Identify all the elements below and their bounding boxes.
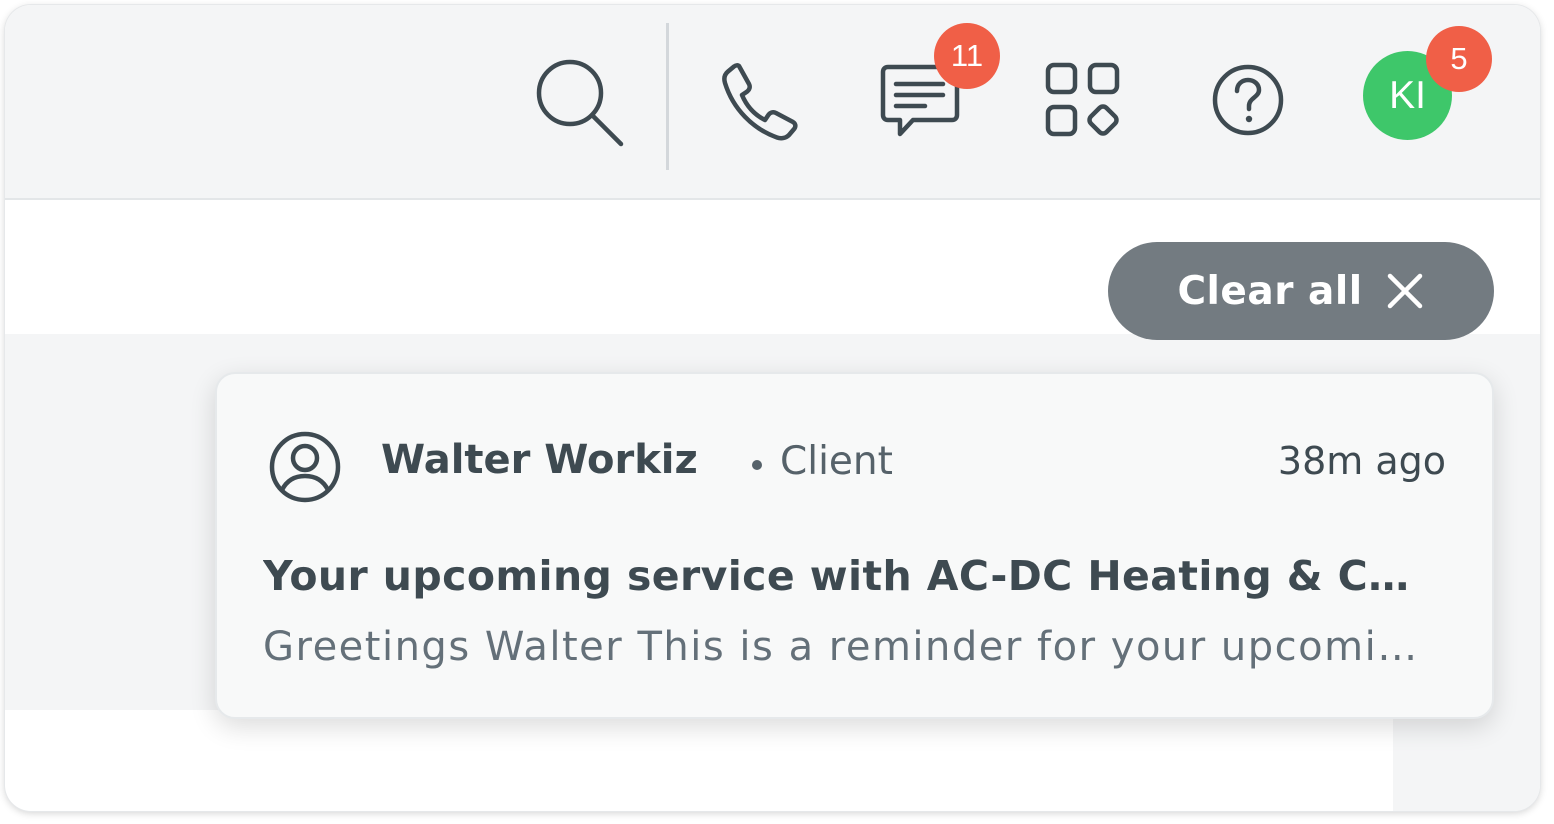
help-icon (1212, 64, 1284, 136)
apps-icon (1045, 62, 1120, 137)
avatar-badge: 5 (1426, 26, 1492, 92)
notification-card[interactable]: Walter Workiz Client 38m ago Your upcomi… (215, 372, 1494, 719)
notification-title: Your upcoming service with AC-DC Heating… (263, 552, 1433, 600)
search-button[interactable] (528, 51, 628, 151)
notification-role: Client (780, 439, 893, 484)
close-icon (1387, 273, 1422, 309)
search-icon (536, 59, 624, 147)
phone-icon (722, 63, 798, 141)
apps-button[interactable] (1040, 57, 1126, 143)
panel-scroll-area (1393, 710, 1540, 811)
app-window: 11 KI 5 Clear all Walter Workiz Client 3… (5, 5, 1540, 811)
notification-time: 38m ago (1277, 439, 1446, 483)
clear-all-label: Clear all (1177, 268, 1363, 314)
messages-badge: 11 (934, 23, 1000, 89)
user-circle-icon (269, 431, 341, 503)
notification-sender: Walter Workiz (381, 437, 698, 483)
avatar-initials: KI (1389, 73, 1426, 117)
help-button[interactable] (1205, 57, 1291, 143)
notification-preview: Greetings Walter This is a reminder for … (263, 624, 1433, 670)
separator-dot (752, 460, 762, 470)
top-navigation-bar: 11 KI 5 (5, 5, 1540, 200)
clear-all-button[interactable]: Clear all (1108, 242, 1494, 340)
phone-button[interactable] (715, 57, 801, 143)
toolbar-divider (666, 23, 669, 170)
